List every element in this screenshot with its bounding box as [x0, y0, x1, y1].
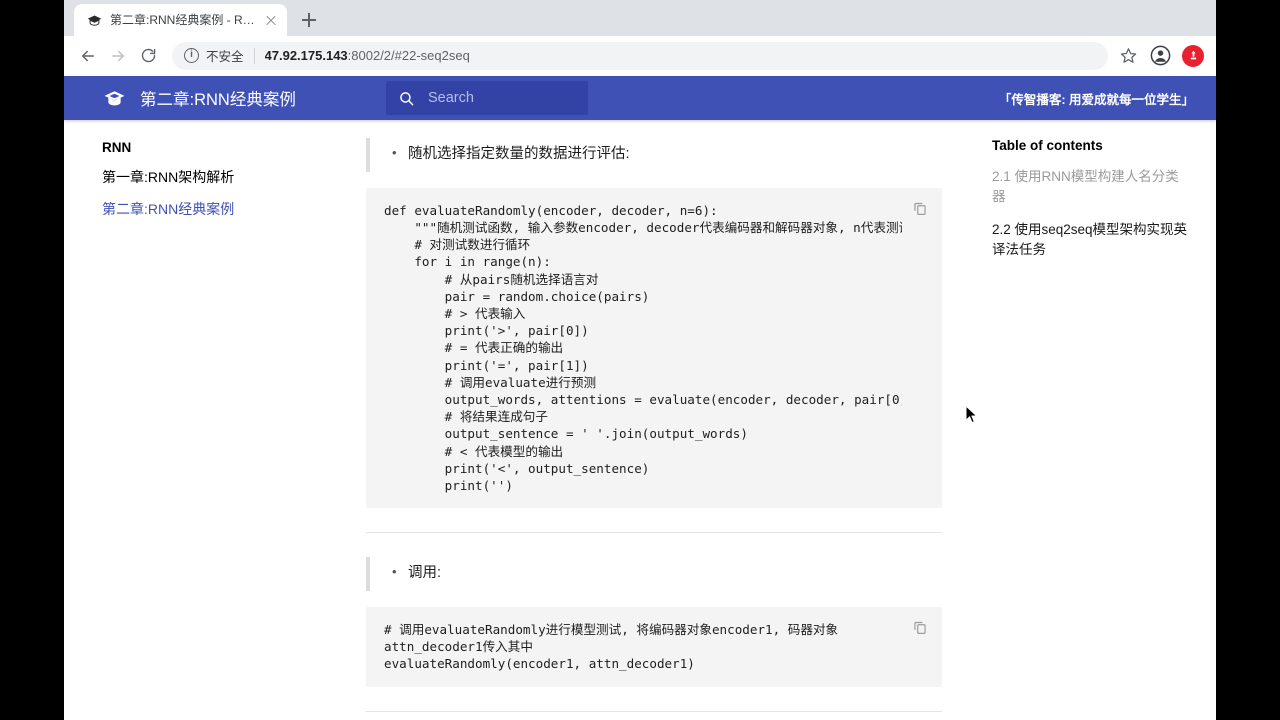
tab-title: 第二章:RNN经典案例 - RNN [110, 13, 255, 27]
browser-toolbar: i 不安全 47.92.175.143:8002/2/#22-seq2seq [64, 36, 1216, 76]
copy-icon[interactable] [912, 619, 928, 635]
toc-item-2-1[interactable]: 2.1 使用RNN模型构建人名分类器 [992, 167, 1192, 206]
security-status: 不安全 [206, 50, 244, 64]
screen: 第二章:RNN经典案例 - RNN i 不安全 47.92.175.143:80… [0, 0, 1280, 720]
close-icon[interactable] [263, 12, 279, 28]
forward-button[interactable] [104, 42, 132, 70]
browser-window: 第二章:RNN经典案例 - RNN i 不安全 47.92.175.143:80… [64, 0, 1216, 720]
url-path: :8002/2/#22-seq2seq [347, 48, 470, 63]
back-button[interactable] [74, 42, 102, 70]
star-icon[interactable] [1116, 44, 1140, 68]
content-divider-2 [366, 710, 942, 712]
search-area [386, 81, 588, 115]
browser-tab[interactable]: 第二章:RNN经典案例 - RNN [74, 4, 287, 36]
site-title: 第二章:RNN经典案例 [140, 91, 296, 109]
sidebar-section-title: RNN [102, 140, 132, 155]
left-sidebar: RNN 第一章:RNN架构解析 第二章:RNN经典案例 [64, 120, 330, 720]
bullet-block-1: 随机选择指定数量的数据进行评估: [366, 138, 942, 172]
page-body: RNN 第一章:RNN架构解析 第二章:RNN经典案例 随机选择指定数量的数据进… [64, 120, 1216, 720]
code-content-2: # 调用evaluateRandomly进行模型测试, 将编码器对象encode… [384, 621, 839, 672]
main-content: 随机选择指定数量的数据进行评估: def evaluateRandomly(en… [330, 120, 970, 720]
mortarboard-logo-icon [102, 86, 126, 110]
new-tab-button[interactable] [295, 6, 323, 34]
code-content-1: def evaluateRandomly(encoder, decoder, n… [384, 202, 902, 493]
table-of-contents: Table of contents 2.1 使用RNN模型构建人名分类器 2.2… [970, 120, 1216, 720]
search-box[interactable] [386, 81, 588, 115]
bullet-item-2: 调用: [392, 562, 942, 585]
extension-icon[interactable] [1182, 44, 1204, 67]
brand-area[interactable]: 第二章:RNN经典案例 [64, 86, 330, 110]
bullet-block-2: 调用: [366, 557, 942, 591]
copy-icon[interactable] [912, 200, 928, 216]
page-viewport: 第二章:RNN经典案例 「传智播客: 用爱成就每一位学生」 [64, 76, 1216, 720]
toc-title: Table of contents [992, 138, 1103, 153]
search-icon [398, 90, 415, 107]
site-tagline: 「传智播客: 用爱成就每一位学生」 [998, 92, 1194, 107]
tab-strip: 第二章:RNN经典案例 - RNN [64, 0, 1216, 36]
reload-button[interactable] [134, 42, 162, 70]
toc-item-2-2[interactable]: 2.2 使用seq2seq模型架构实现英译法任务 [992, 220, 1192, 259]
bullet-item-1: 随机选择指定数量的数据进行评估: [392, 143, 942, 166]
code-block-2: # 调用evaluateRandomly进行模型测试, 将编码器对象encode… [366, 606, 942, 687]
graduation-cap-icon [86, 12, 102, 28]
address-bar[interactable]: i 不安全 47.92.175.143:8002/2/#22-seq2seq [172, 41, 1108, 70]
code-block-1: def evaluateRandomly(encoder, decoder, n… [366, 187, 942, 509]
content-divider-1 [366, 532, 942, 534]
sidebar-item-chapter-1[interactable]: 第一章:RNN架构解析 [102, 168, 314, 186]
site-header: 第二章:RNN经典案例 「传智播客: 用爱成就每一位学生」 [64, 76, 1216, 120]
info-circle-icon[interactable]: i [184, 48, 199, 63]
omnibox-divider [253, 47, 255, 64]
sidebar-item-chapter-2[interactable]: 第二章:RNN经典案例 [102, 200, 314, 218]
account-avatar-icon[interactable] [1148, 44, 1172, 68]
url-host: 47.92.175.143 [264, 48, 348, 63]
url-text: 47.92.175.143:8002/2/#22-seq2seq [265, 48, 470, 63]
search-input[interactable] [428, 90, 576, 106]
